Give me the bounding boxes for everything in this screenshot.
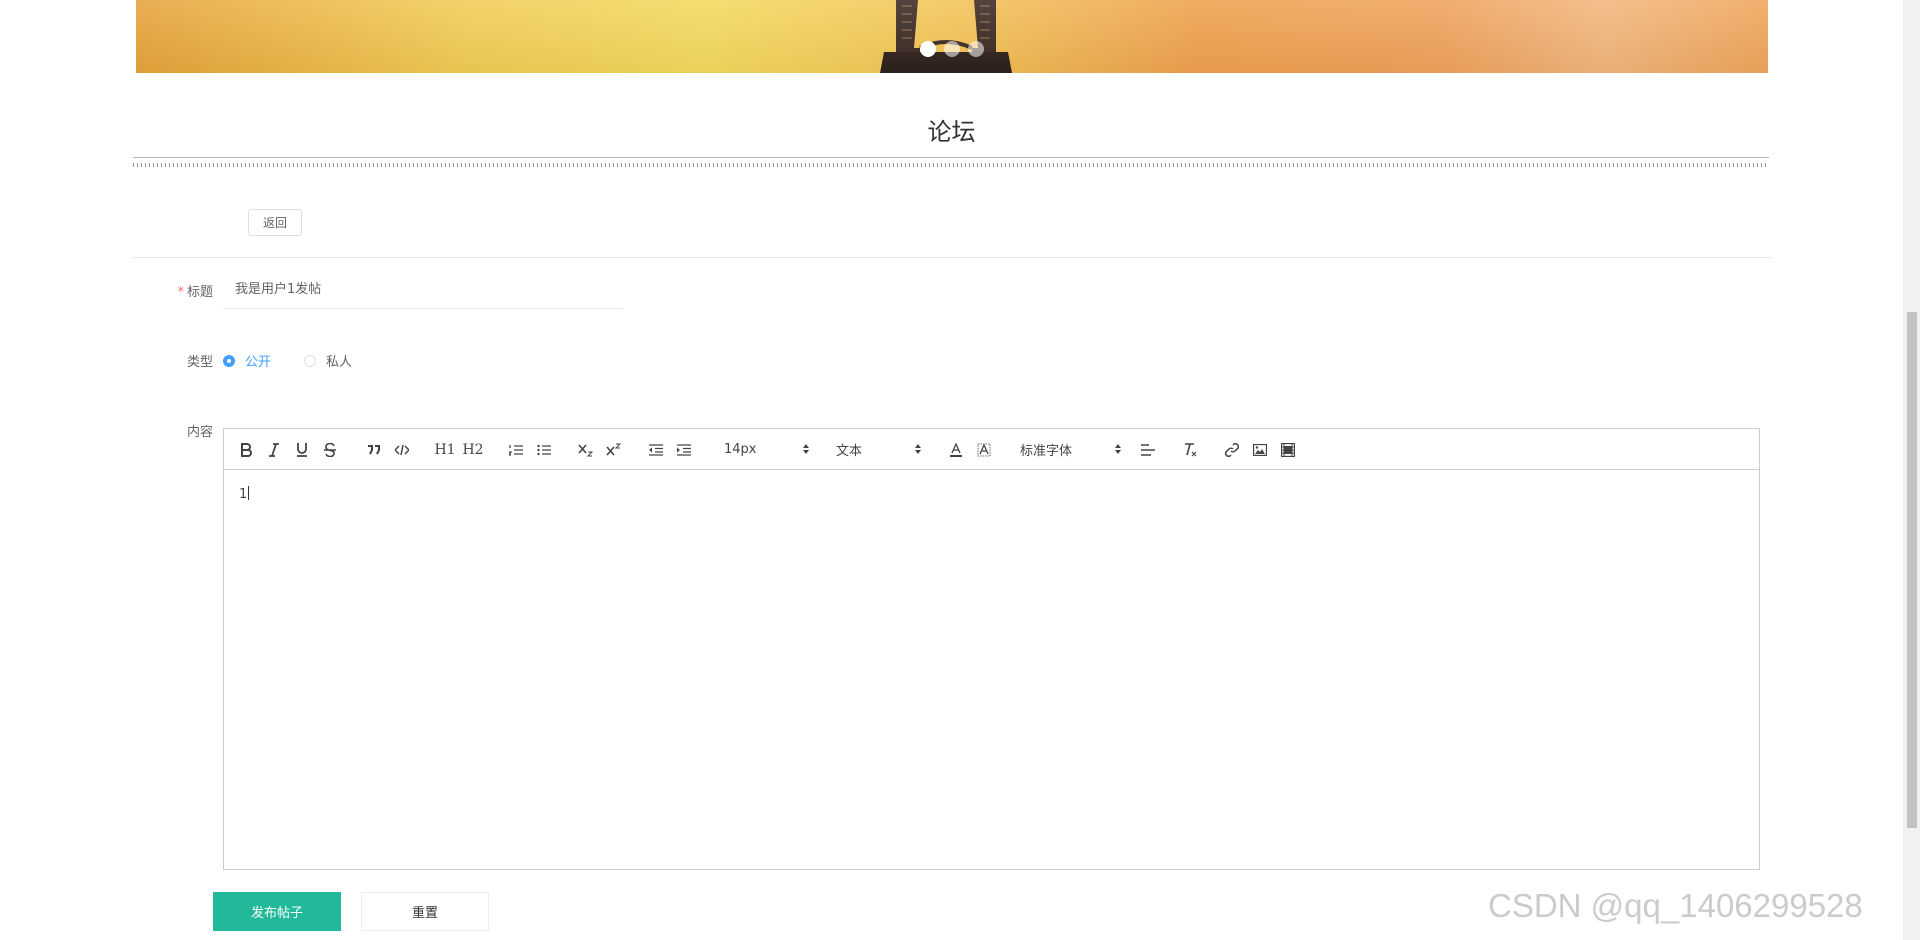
page-title: 论坛: [927, 118, 976, 146]
header-picker[interactable]: 文本: [836, 429, 922, 470]
radio-circle[interactable]: [223, 354, 235, 367]
carousel-dot[interactable]: [944, 41, 960, 57]
carousel-indicators: [920, 41, 984, 57]
heading1-button[interactable]: H1: [434, 429, 456, 470]
eiffel-tower-image: [880, 0, 1012, 73]
text-caret: [248, 486, 250, 500]
title-label: * 标题: [177, 285, 213, 300]
banner-carousel: [136, 0, 1768, 73]
code-block-icon[interactable]: [392, 429, 412, 470]
carousel-dot[interactable]: [920, 41, 936, 57]
italic-icon[interactable]: [264, 429, 284, 470]
font-size-picker[interactable]: 14px: [724, 429, 810, 470]
bullet-list-icon[interactable]: [534, 429, 554, 470]
reset-button[interactable]: 重置: [361, 892, 489, 931]
carousel-dot[interactable]: [968, 41, 984, 57]
subscript-icon[interactable]: [576, 429, 596, 470]
font-family-picker[interactable]: 标准字体: [1020, 429, 1122, 470]
scrollbar-thumb[interactable]: [1907, 312, 1917, 828]
watermark: CSDN @qq_1406299528: [1488, 887, 1863, 924]
align-icon[interactable]: [1138, 429, 1158, 470]
rich-text-editor[interactable]: H1 H2 14px 文本 标准字体 1: [223, 428, 1760, 870]
publish-button[interactable]: 发布帖子: [213, 892, 341, 931]
ordered-list-icon[interactable]: [506, 429, 526, 470]
blockquote-icon[interactable]: [364, 429, 384, 470]
title-input[interactable]: 我是用户1发帖: [223, 271, 623, 309]
image-icon[interactable]: [1250, 429, 1270, 470]
editor-content[interactable]: 1: [239, 486, 250, 502]
font-color-icon[interactable]: [946, 429, 966, 470]
heading2-button[interactable]: H2: [462, 429, 484, 470]
radio-private[interactable]: 私人: [304, 351, 352, 370]
radio-private-label: 私人: [326, 355, 353, 370]
type-label: 类型: [186, 355, 213, 370]
title-divider: [133, 157, 1769, 168]
radio-circle[interactable]: [304, 354, 316, 367]
superscript-icon[interactable]: [604, 429, 624, 470]
editor-toolbar: H1 H2 14px 文本 标准字体: [224, 429, 1759, 470]
required-mark: *: [177, 285, 184, 300]
link-icon[interactable]: [1222, 429, 1242, 470]
strike-icon[interactable]: [320, 429, 340, 470]
indent-icon[interactable]: [674, 429, 694, 470]
bold-icon[interactable]: [236, 429, 256, 470]
radio-public[interactable]: 公开: [223, 351, 271, 370]
page-scrollbar[interactable]: [1903, 0, 1920, 940]
outdent-icon[interactable]: [646, 429, 666, 470]
radio-public-label: 公开: [245, 355, 272, 370]
background-color-icon[interactable]: [974, 429, 994, 470]
section-divider: [133, 257, 1771, 258]
video-icon[interactable]: [1278, 429, 1298, 470]
clear-format-icon[interactable]: [1180, 429, 1200, 470]
back-button[interactable]: 返回: [248, 209, 302, 236]
underline-icon[interactable]: [292, 429, 312, 470]
content-label: 内容: [186, 425, 213, 440]
